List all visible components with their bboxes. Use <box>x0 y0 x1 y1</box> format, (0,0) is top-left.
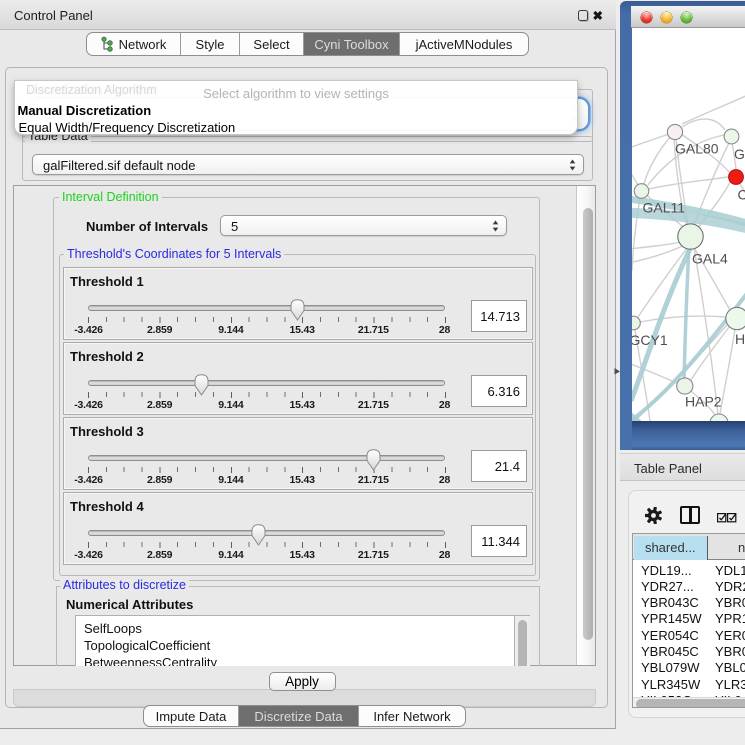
svg-text:HAP2: HAP2 <box>685 394 722 410</box>
svg-text:GAL11: GAL11 <box>643 200 686 216</box>
svg-text:GCY1: GCY1 <box>632 332 668 348</box>
svg-text:G.: G. <box>734 146 745 162</box>
svg-text:GAL80: GAL80 <box>675 141 719 157</box>
svg-text:GAL4: GAL4 <box>692 251 728 267</box>
svg-text:H: H <box>735 331 745 347</box>
svg-text:C.: C. <box>738 187 745 203</box>
